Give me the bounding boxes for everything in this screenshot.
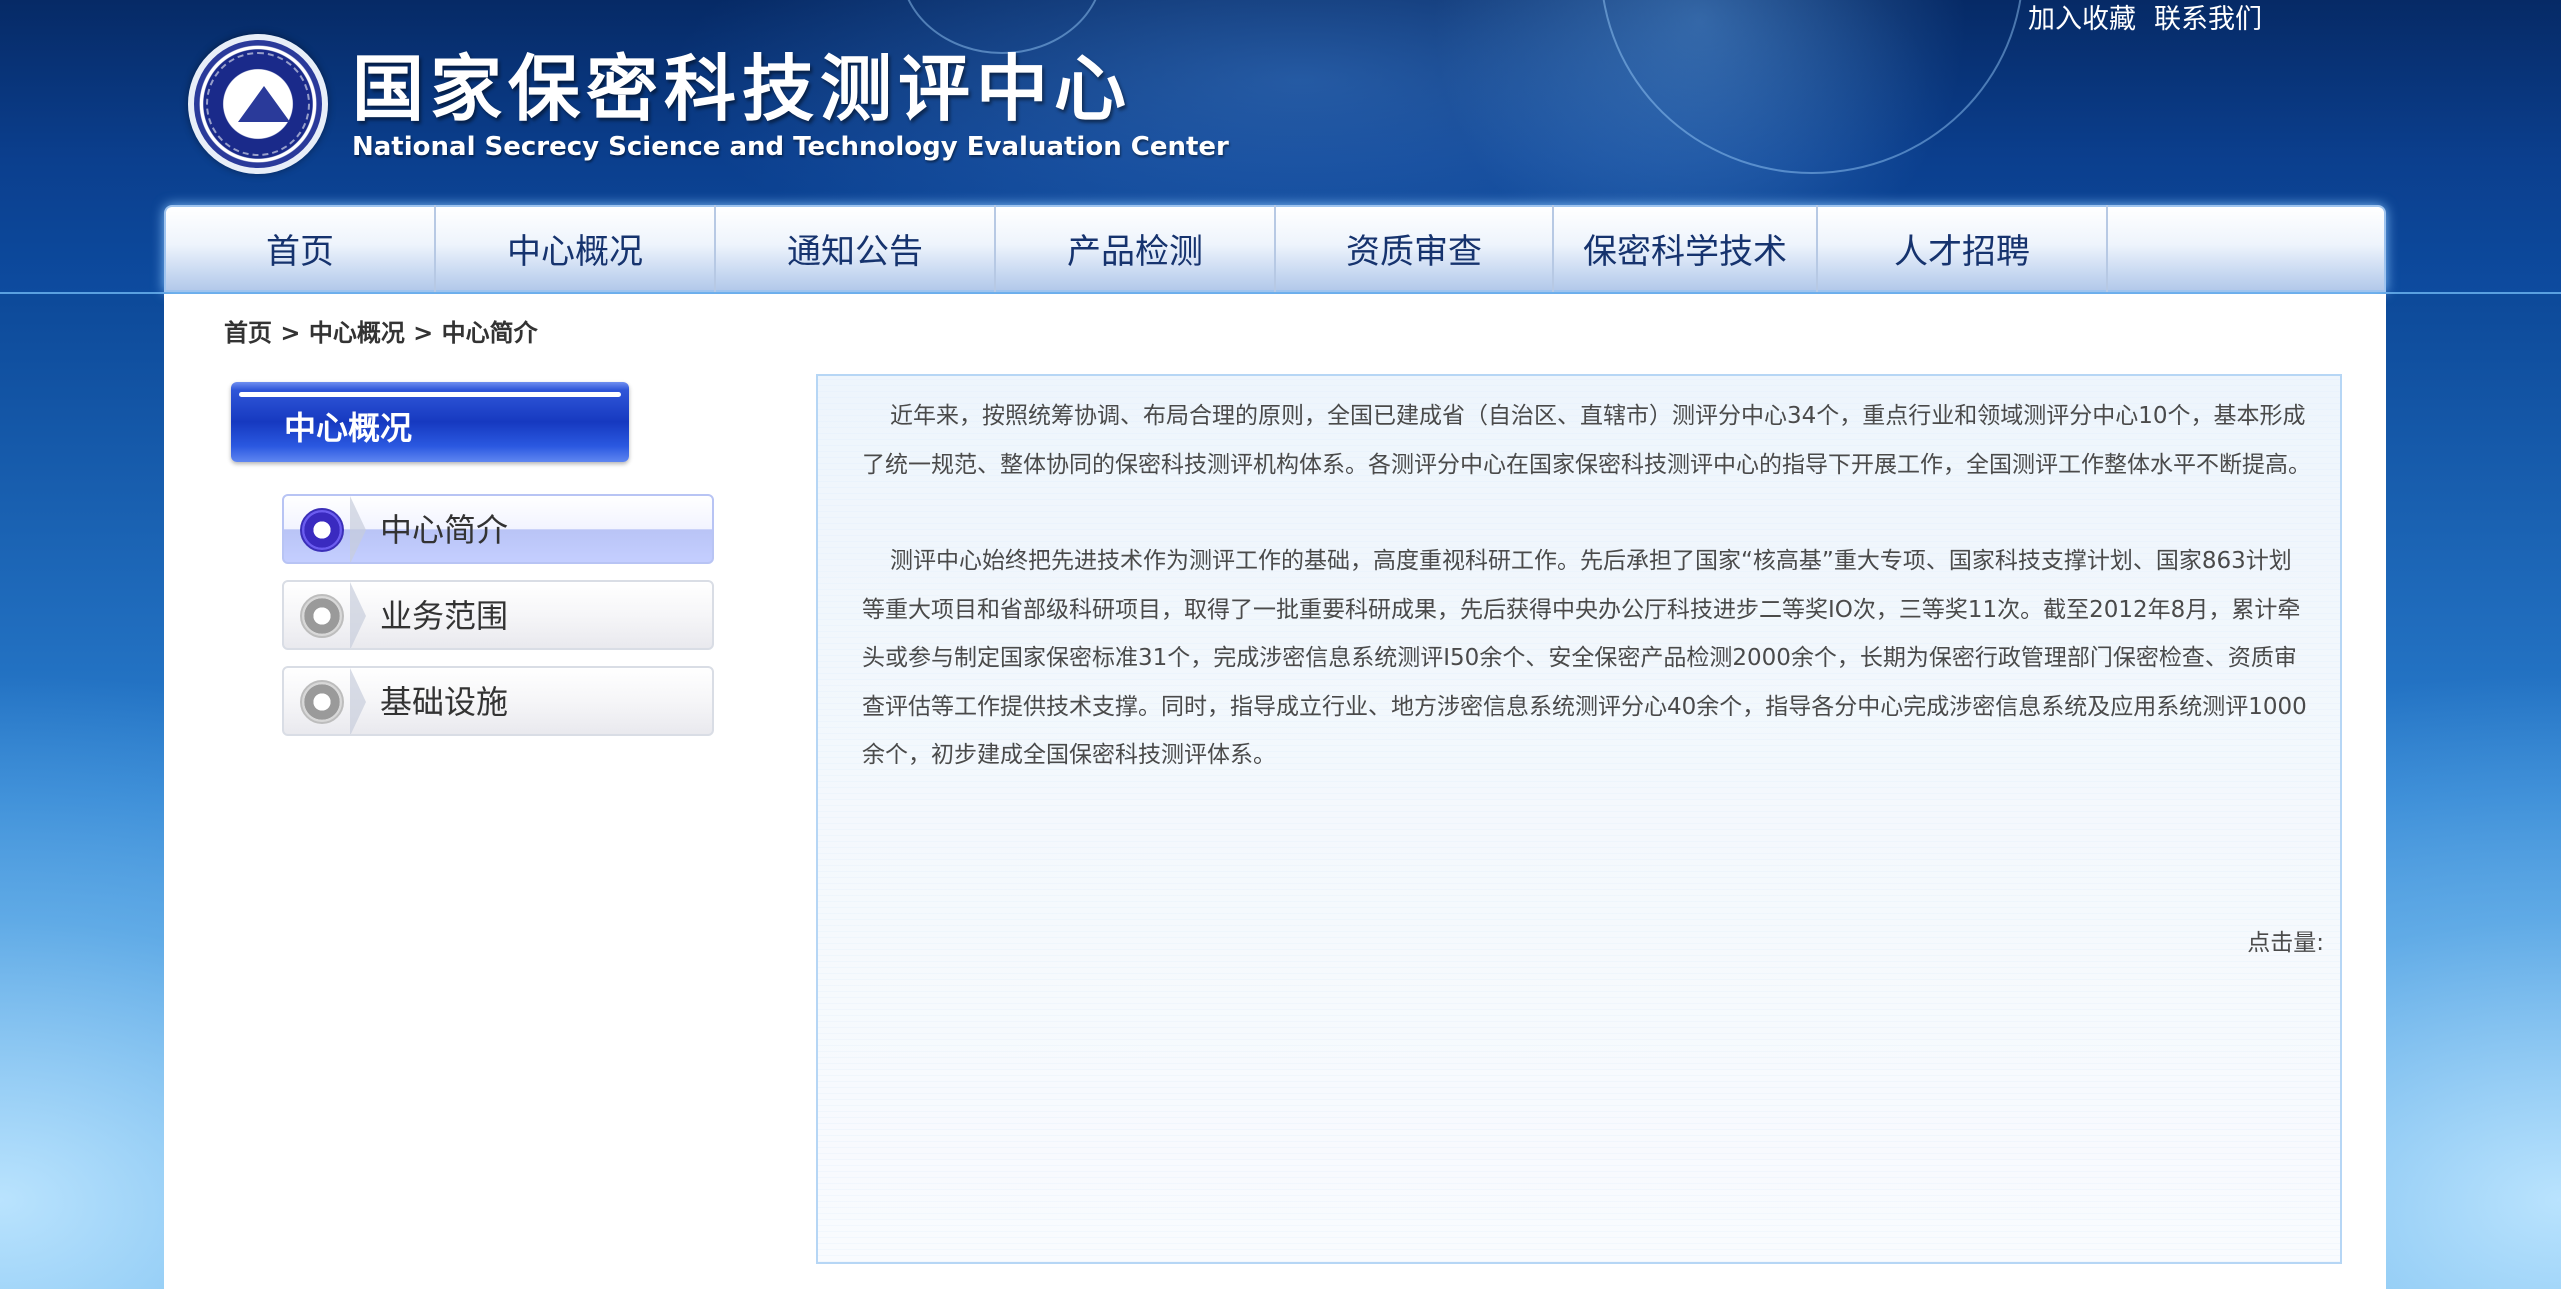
- add-favorite-link[interactable]: 加入收藏: [2028, 2, 2136, 38]
- content-area: 首页 > 中心概况 > 中心简介 中心概况 中心简介 业务范围 基础设施 近年来…: [164, 294, 2386, 1289]
- nav-item-home[interactable]: 首页: [166, 205, 436, 292]
- article-paragraph: 近年来，按照统筹协调、布局合理的原则，全国已建成省（自治区、直辖市）测评分中心3…: [862, 403, 2311, 478]
- nav-item-secrecy-tech[interactable]: 保密科学技术: [1554, 205, 1818, 292]
- breadcrumb-separator: >: [272, 319, 309, 347]
- sidebar-header-shine: [239, 392, 621, 397]
- click-count: 点击量:: [2247, 930, 2324, 956]
- sidebar-item-label: 业务范围: [380, 597, 509, 635]
- breadcrumb-current: 中心简介: [441, 319, 538, 347]
- site-header: 加入收藏 联系我们 国家保密科技测评中心 National Secrecy Sc…: [0, 0, 2561, 294]
- sidebar-title: 中心概况: [284, 409, 413, 447]
- sidebar-item-label: 中心简介: [380, 511, 509, 549]
- contact-us-link[interactable]: 联系我们: [2154, 2, 2262, 38]
- breadcrumb-section[interactable]: 中心概况: [309, 319, 405, 347]
- site-subtitle: National Secrecy Science and Technology …: [352, 132, 1229, 162]
- chevron-right-icon: [350, 496, 366, 562]
- site-title[interactable]: 国家保密科技测评中心: [352, 46, 1132, 132]
- chevron-right-icon: [350, 582, 366, 648]
- nav-item-qualification-review[interactable]: 资质审查: [1276, 205, 1554, 292]
- nav-item-recruitment[interactable]: 人才招聘: [1818, 205, 2108, 292]
- emblem-mountain: [238, 86, 290, 122]
- logo-emblem-icon[interactable]: [188, 34, 328, 174]
- emblem-icon: [300, 594, 344, 638]
- nav-item-about[interactable]: 中心概况: [436, 205, 716, 292]
- nav-item-notices[interactable]: 通知公告: [716, 205, 996, 292]
- breadcrumb-separator: >: [404, 319, 442, 347]
- sidebar-item-introduction[interactable]: 中心简介: [282, 494, 714, 564]
- breadcrumb: 首页 > 中心概况 > 中心简介: [224, 318, 538, 348]
- article-panel: 近年来，按照统筹协调、布局合理的原则，全国已建成省（自治区、直辖市）测评分中心3…: [816, 374, 2342, 1264]
- sidebar-item-business-scope[interactable]: 业务范围: [282, 580, 714, 650]
- emblem-icon: [300, 508, 344, 552]
- nav-item-product-testing[interactable]: 产品检测: [996, 205, 1276, 292]
- decorative-ring: [1600, 0, 2024, 174]
- top-links: 加入收藏 联系我们: [2028, 2, 2262, 38]
- sidebar-item-label: 基础设施: [380, 683, 509, 721]
- breadcrumb-home[interactable]: 首页: [224, 319, 272, 347]
- article-paragraph: 测评中心始终把先进技术作为测评工作的基础，高度重视科研工作。先后承担了国家“核高…: [862, 548, 2307, 768]
- sidebar-header: 中心概况: [231, 382, 629, 462]
- sidebar-item-infrastructure[interactable]: 基础设施: [282, 666, 714, 736]
- emblem-icon: [300, 680, 344, 724]
- chevron-right-icon: [350, 668, 366, 734]
- main-nav: 首页 中心概况 通知公告 产品检测 资质审查 保密科学技术 人才招聘: [164, 205, 2386, 292]
